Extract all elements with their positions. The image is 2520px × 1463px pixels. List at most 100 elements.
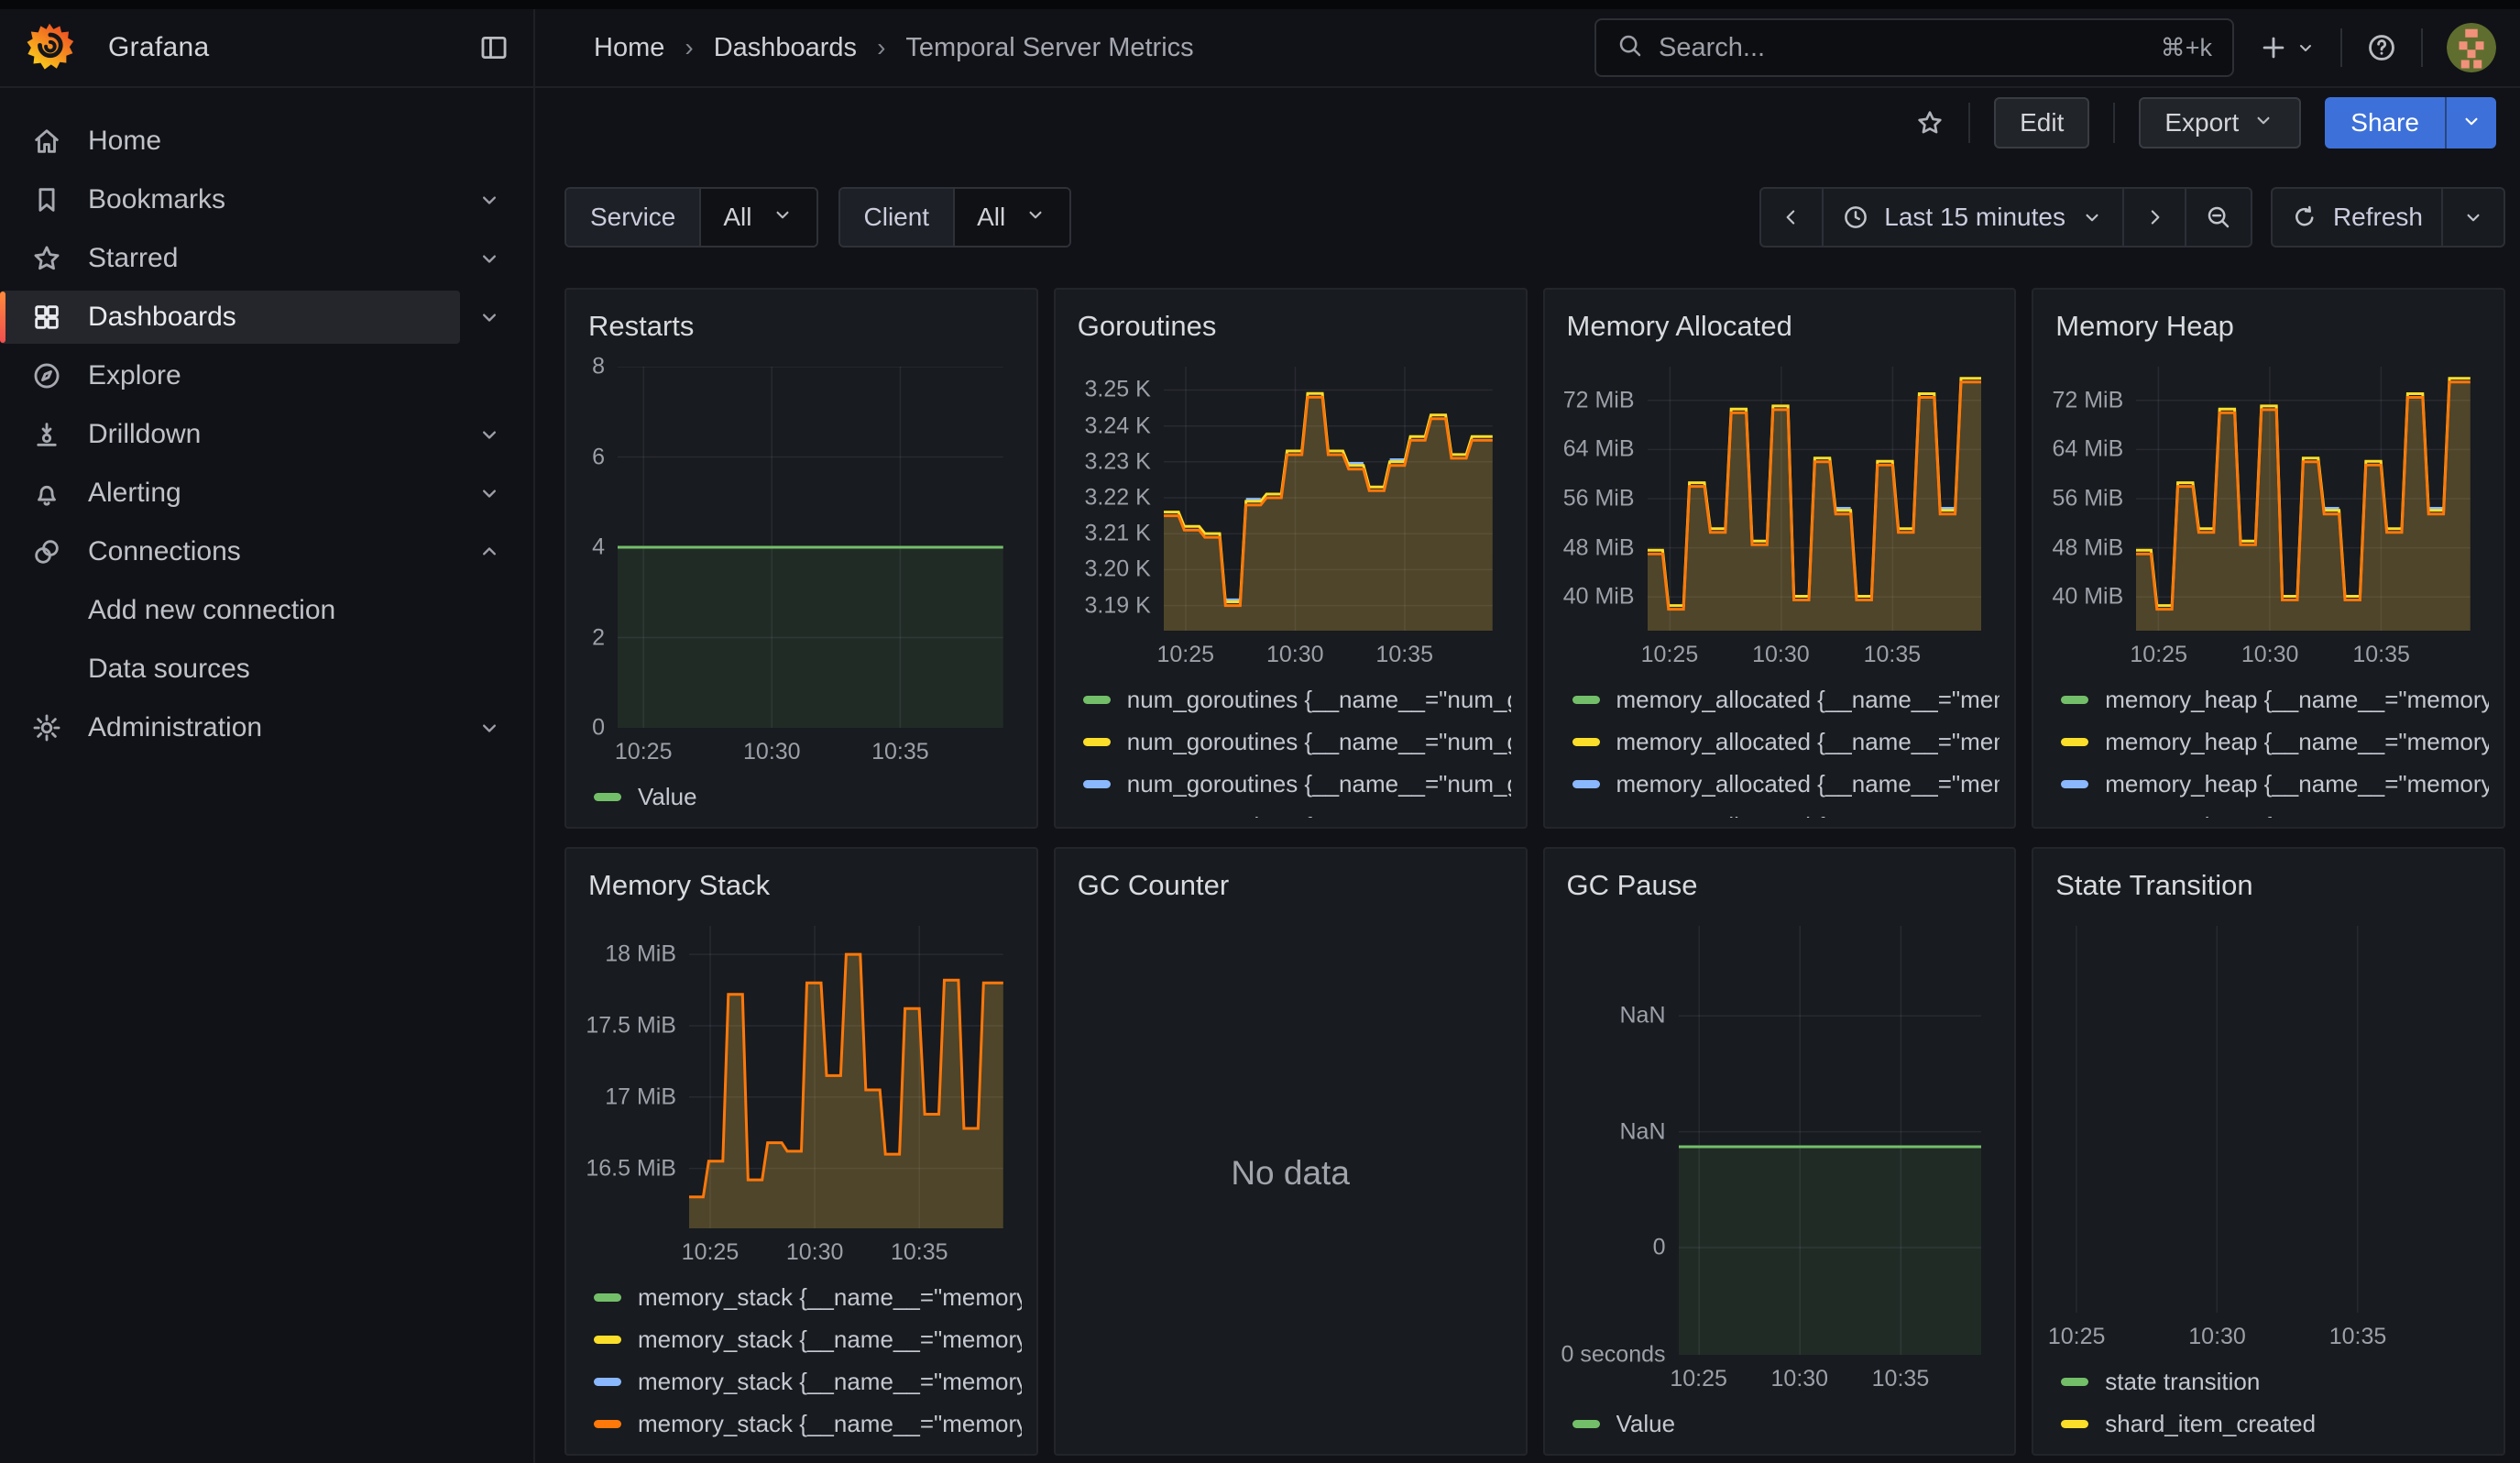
legend-label: memory_allocated {__name__="memo [1616, 770, 2000, 798]
sidebar-item-explore-link[interactable]: Explore [0, 349, 519, 402]
sidebar-item-label: Alerting [88, 478, 181, 509]
chart-area-restarts[interactable] [618, 367, 1003, 728]
chart-area-memory_allocated[interactable] [1648, 367, 1982, 631]
legend-item[interactable]: memory_heap {__name__="memory_h [2061, 763, 2489, 805]
panel-title-memory_allocated[interactable]: Memory Allocated [1560, 302, 2000, 343]
sidebar-item-connections-link[interactable]: Connections [0, 525, 460, 578]
share-button-label[interactable]: Share [2325, 97, 2445, 148]
favorite-star-icon[interactable] [1915, 108, 1945, 138]
sidebar-toggle-icon[interactable] [478, 32, 509, 63]
panel-title-state_transition[interactable]: State Transition [2048, 862, 2489, 902]
legend-item[interactable]: memory_allocated {__name__="memo [1572, 763, 2000, 805]
y-tick-label: 16.5 MiB [586, 1155, 676, 1182]
sidebar-item-home-link[interactable]: Home [0, 115, 519, 168]
sidebar-item-add-new-connection-link[interactable]: Add new connection [0, 584, 519, 637]
search-box[interactable]: ⌘+k [1594, 18, 2234, 77]
legend-item[interactable]: memory_stack {__name__="memory_s [594, 1318, 1022, 1360]
panel-title-gc_counter[interactable]: GC Counter [1070, 862, 1511, 902]
legend-item[interactable]: memory_stack {__name__="memory_s [594, 1360, 1022, 1402]
grafana-logo-icon[interactable] [24, 22, 75, 73]
help-icon[interactable] [2366, 32, 2397, 63]
breadcrumb: Home›Dashboards›Temporal Server Metrics [535, 9, 1594, 86]
legend-item[interactable]: state transition [2061, 1360, 2489, 1402]
brand-title: Grafana [108, 32, 210, 63]
legend-item[interactable]: memory_heap {__name__="memory_h [2061, 805, 2489, 818]
time-range-picker[interactable]: Last 15 minutes [1822, 189, 2122, 246]
export-button[interactable]: Export [2139, 97, 2301, 148]
sidebar-item-label: Administration [88, 712, 262, 743]
legend-state_transition: state transitionshard_item_created [2048, 1355, 2489, 1445]
legend-item[interactable]: num_goroutines {__name__="num_go [1083, 763, 1511, 805]
x-tick-label: 10:35 [2352, 642, 2410, 668]
sidebar-item-data-sources-link[interactable]: Data sources [0, 643, 519, 696]
y-tick-label: 0 [1653, 1235, 1666, 1261]
panel-title-memory_heap[interactable]: Memory Heap [2048, 302, 2489, 343]
panel-title-goroutines[interactable]: Goroutines [1070, 302, 1511, 343]
chevron-down-icon[interactable] [460, 304, 519, 330]
chart-area-goroutines[interactable] [1164, 367, 1493, 631]
legend-item[interactable]: memory_allocated {__name__="memo [1572, 678, 2000, 720]
chevron-down-icon[interactable] [460, 715, 519, 741]
sidebar-item-dashboards-link[interactable]: Dashboards [0, 291, 460, 344]
chevron-up-icon[interactable] [460, 539, 519, 565]
legend-item[interactable]: memory_allocated {__name__="memo [1572, 720, 2000, 763]
legend-item[interactable]: memory_heap {__name__="memory_h [2061, 720, 2489, 763]
refresh-button[interactable]: Refresh [2273, 189, 2441, 246]
panel-title-gc_pause[interactable]: GC Pause [1560, 862, 2000, 902]
legend-item[interactable]: Value [1572, 1402, 2000, 1445]
breadcrumb-item-dashboards[interactable]: Dashboards [714, 33, 857, 63]
chart-area-memory_heap[interactable] [2136, 367, 2471, 631]
time-shift-forward-button[interactable] [2122, 189, 2185, 246]
legend-label: memory_stack {__name__="memory_s [638, 1410, 1022, 1438]
breadcrumb-separator: › [685, 33, 693, 62]
legend-item[interactable]: shard_item_created [2061, 1402, 2489, 1445]
breadcrumb-item-home[interactable]: Home [594, 33, 664, 63]
time-shift-back-button[interactable] [1761, 189, 1822, 246]
sidebar-item-alerting-link[interactable]: Alerting [0, 467, 460, 520]
panel-title-memory_stack[interactable]: Memory Stack [581, 862, 1022, 902]
chart-area-memory_stack[interactable] [689, 926, 1003, 1228]
legend-item[interactable]: Value [594, 776, 1022, 818]
y-axis-labels: 3.25 K3.24 K3.23 K3.22 K3.21 K3.20 K3.19… [1070, 367, 1164, 631]
legend-item[interactable]: num_goroutines {__name__="num_go [1083, 678, 1511, 720]
edit-button[interactable]: Edit [1994, 97, 2089, 148]
new-button[interactable] [2258, 32, 2317, 63]
chevron-down-icon[interactable] [460, 480, 519, 506]
client-filter-value[interactable]: All [953, 189, 1069, 246]
chevron-down-icon[interactable] [460, 246, 519, 271]
legend-item[interactable]: memory_stack {__name__="memory_s [594, 1402, 1022, 1445]
y-axis-labels: 18 MiB17.5 MiB17 MiB16.5 MiB [581, 926, 689, 1228]
legend-item[interactable]: num_goroutines {__name__="num_go [1083, 720, 1511, 763]
share-dropdown-button[interactable] [2445, 97, 2496, 148]
sidebar-item-bookmarks-link[interactable]: Bookmarks [0, 173, 460, 226]
legend-label: memory_stack {__name__="memory_s [638, 1326, 1022, 1354]
legend-memory_heap: memory_heap {__name__="memory_hmemory_he… [2048, 673, 2489, 818]
legend-item[interactable]: memory_allocated {__name__="memo [1572, 805, 2000, 818]
divider [2113, 103, 2115, 143]
service-filter-value[interactable]: All [699, 189, 816, 246]
sidebar-item-drilldown-link[interactable]: Drilldown [0, 408, 460, 461]
y-axis-labels: 72 MiB64 MiB56 MiB48 MiB40 MiB [1560, 367, 1648, 631]
chevron-down-icon[interactable] [460, 422, 519, 447]
chart-area-state_transition[interactable] [2048, 926, 2471, 1313]
chevron-down-icon [2460, 109, 2483, 138]
sidebar-item-administration-link[interactable]: Administration [0, 701, 460, 754]
legend-label: memory_allocated {__name__="memo [1616, 686, 2000, 714]
legend-swatch [1572, 1420, 1600, 1428]
panel-title-restarts[interactable]: Restarts [581, 302, 1022, 343]
share-button[interactable]: Share [2325, 97, 2496, 148]
sidebar-item-starred-link[interactable]: Starred [0, 232, 460, 285]
chevron-down-icon[interactable] [460, 187, 519, 213]
legend-label: memory_heap {__name__="memory_h [2105, 770, 2489, 798]
x-tick-label: 10:30 [786, 1239, 844, 1266]
refresh-interval-button[interactable] [2441, 189, 2504, 246]
legend-label: Value [638, 783, 697, 811]
legend-item[interactable]: num_goroutines {__name__="num_go [1083, 805, 1511, 818]
search-input[interactable] [1659, 33, 2146, 63]
legend-item[interactable]: memory_heap {__name__="memory_h [2061, 678, 2489, 720]
user-avatar[interactable] [2447, 23, 2496, 72]
zoom-out-button[interactable] [2185, 189, 2251, 246]
legend-item[interactable]: memory_stack {__name__="memory_s [594, 1276, 1022, 1318]
chart-area-gc_pause[interactable] [1679, 926, 1982, 1355]
panel-memory_stack: Memory Stack 18 MiB17.5 MiB17 MiB16.5 MiB… [564, 847, 1038, 1456]
